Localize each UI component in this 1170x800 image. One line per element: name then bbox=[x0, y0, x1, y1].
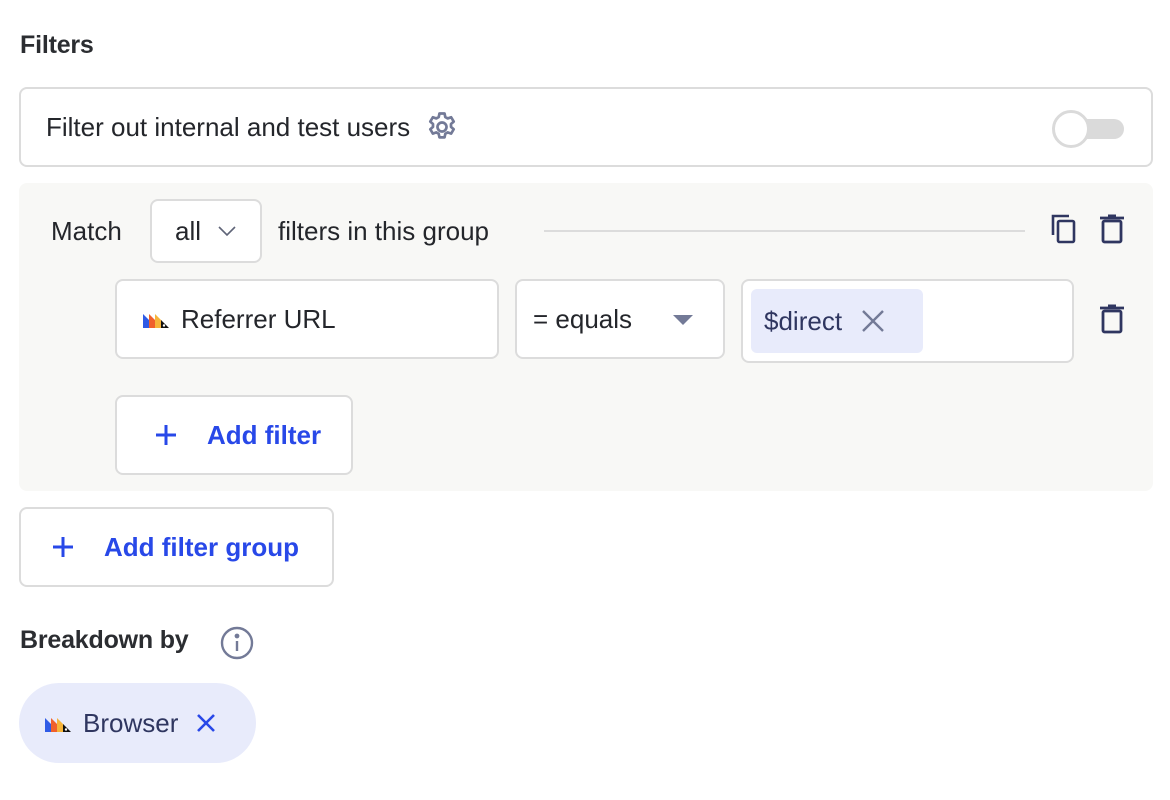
copy-icon bbox=[1050, 213, 1078, 250]
match-suffix: filters in this group bbox=[278, 216, 489, 246]
test-users-toggle[interactable] bbox=[1052, 110, 1126, 148]
chevron-down-icon bbox=[217, 224, 237, 238]
test-users-filter-row: Filter out internal and test users bbox=[19, 87, 1153, 167]
match-type-select[interactable]: all bbox=[150, 199, 262, 263]
delete-group-button[interactable] bbox=[1095, 213, 1129, 249]
breakdown-chip[interactable]: Browser bbox=[19, 683, 256, 763]
property-select[interactable]: Referrer URL bbox=[115, 279, 499, 359]
value-chip: $direct bbox=[751, 289, 923, 353]
close-icon[interactable] bbox=[860, 308, 886, 334]
match-type-value: all bbox=[175, 215, 202, 246]
value-input[interactable]: $direct bbox=[741, 279, 1074, 363]
posthog-property-icon bbox=[45, 714, 73, 732]
value-chip-label: $direct bbox=[764, 305, 843, 336]
filters-title: Filters bbox=[20, 31, 94, 59]
add-filter-button[interactable]: Add filter bbox=[115, 395, 353, 475]
trash-icon bbox=[1099, 303, 1125, 340]
add-filter-group-button[interactable]: Add filter group bbox=[19, 507, 334, 587]
close-icon[interactable] bbox=[196, 713, 216, 733]
toggle-knob bbox=[1052, 110, 1090, 148]
breakdown-title: Breakdown by bbox=[20, 626, 189, 654]
gear-icon[interactable] bbox=[424, 109, 460, 145]
test-users-label: Filter out internal and test users bbox=[46, 111, 411, 142]
duplicate-group-button[interactable] bbox=[1047, 213, 1081, 249]
group-divider bbox=[544, 230, 1025, 232]
match-prefix: Match bbox=[51, 216, 122, 246]
trash-icon bbox=[1099, 213, 1125, 250]
delete-filter-button[interactable] bbox=[1095, 303, 1129, 339]
operator-label: = equals bbox=[533, 303, 633, 334]
plus-icon bbox=[52, 536, 74, 558]
posthog-property-icon bbox=[143, 310, 171, 328]
add-filter-group-label: Add filter group bbox=[104, 531, 299, 562]
breakdown-chip-label: Browser bbox=[83, 707, 179, 738]
operator-select[interactable]: = equals bbox=[515, 279, 725, 359]
plus-icon bbox=[155, 424, 177, 446]
property-label: Referrer URL bbox=[181, 303, 336, 334]
caret-down-icon bbox=[673, 315, 693, 325]
info-icon[interactable] bbox=[220, 626, 254, 660]
add-filter-label: Add filter bbox=[207, 419, 322, 450]
filter-group: Match all filters in this group Referrer… bbox=[19, 183, 1153, 491]
